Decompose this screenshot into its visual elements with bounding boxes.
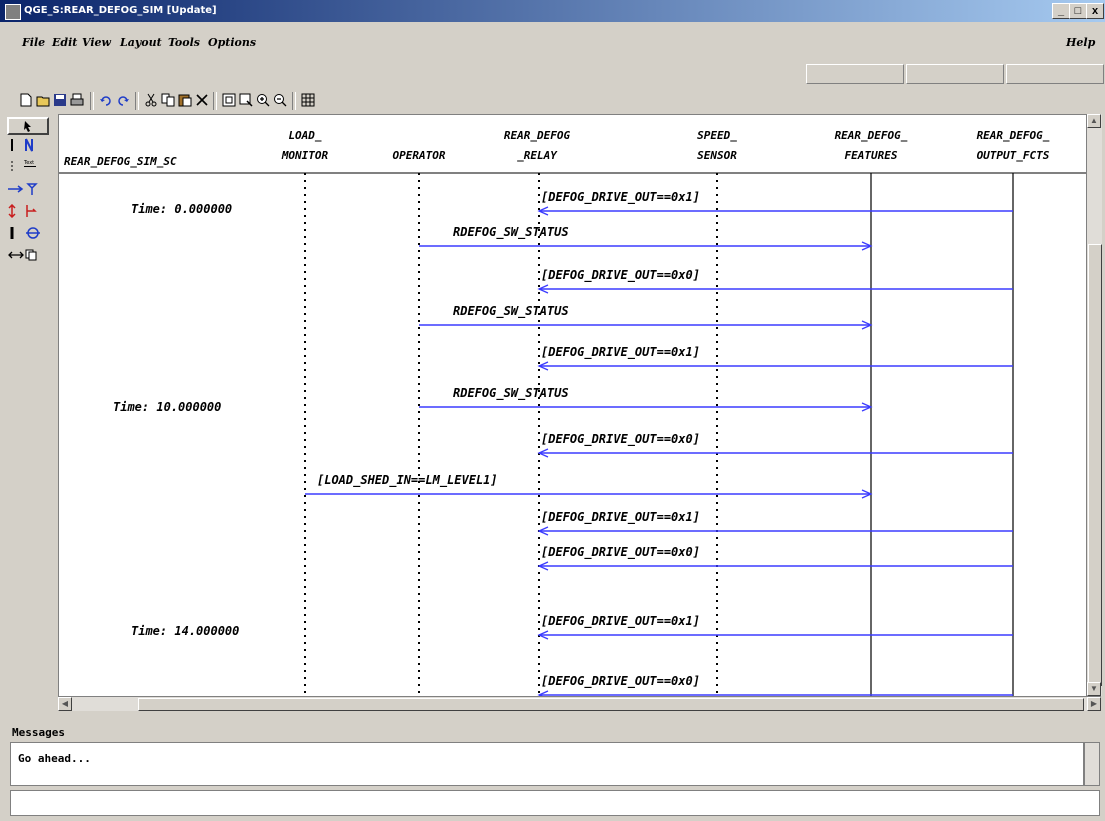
scroll-up-button[interactable]: ▲ [1087,114,1101,128]
menu-view[interactable]: View [82,36,111,49]
sc-label: REAR_DEFOG_SIM_SC [64,155,177,168]
lifeline-label[interactable]: LOAD_ [288,129,321,142]
message-label[interactable]: [DEFOG_DRIVE_OUT==0x0] [541,545,700,560]
save-icon[interactable] [53,93,67,107]
toolbar-separator [213,92,217,110]
title-bar[interactable]: QGE_S:REAR_DEFOG_SIM [Update] _ □ x [0,0,1105,22]
redo-icon[interactable] [116,93,130,107]
message-label[interactable]: [DEFOG_DRIVE_OUT==0x0] [541,268,700,283]
horizontal-scroll-thumb[interactable] [138,698,1084,711]
timer-set-icon[interactable] [24,182,44,196]
messages-output[interactable] [10,742,1084,786]
lifeline-label[interactable]: REAR_DEFOG_ [977,129,1050,142]
text-icon[interactable]: Text [24,160,44,174]
reference-icon[interactable] [24,226,44,240]
message-label[interactable]: [DEFOG_DRIVE_OUT==0x0] [541,674,700,689]
message-label[interactable]: RDEFOG_SW_STATUS [453,304,569,319]
time-label: Time: 14.000000 [131,624,239,638]
lifeline-label[interactable]: FEATURES [845,149,898,162]
menu-layout[interactable]: Layout [120,36,162,49]
delete-icon[interactable] [195,93,209,107]
message-label[interactable]: [DEFOG_DRIVE_OUT==0x1] [541,510,700,525]
undo-icon[interactable] [99,93,113,107]
scroll-down-button[interactable]: ▼ [1087,682,1101,696]
menu-file[interactable]: File [22,36,45,49]
open-icon[interactable] [36,93,50,107]
toolbar-separator [90,92,94,110]
maximize-button[interactable]: □ [1069,3,1087,19]
lifeline-label[interactable]: _RELAY [517,149,558,162]
zoom-in-icon[interactable] [256,93,270,107]
paste-icon[interactable] [178,93,192,107]
message-label[interactable]: RDEFOG_SW_STATUS [453,386,569,401]
fit-icon[interactable] [222,93,236,107]
lifeline-label[interactable]: REAR_DEFOG_ [835,129,908,142]
message-arrow[interactable]: [LOAD_SHED_IN==LM_LEVEL1] [305,473,873,499]
minimize-button[interactable]: _ [1052,3,1070,19]
copy-item-icon[interactable] [24,248,44,262]
message-label[interactable]: [DEFOG_DRIVE_OUT==0x1] [541,345,700,360]
message-arrow[interactable]: [DEFOG_DRIVE_OUT==0x0] [537,545,1013,571]
app-icon [5,4,21,20]
new-icon[interactable] [19,93,33,107]
message-label[interactable]: [LOAD_SHED_IN==LM_LEVEL1] [317,473,498,488]
sequence-diagram: REAR_DEFOG_SIM_SC LOAD_ MONITOR OPERATOR RE… [59,129,1086,697]
zoom-out-icon[interactable] [273,93,287,107]
lifeline-label[interactable]: SENSOR [697,149,737,162]
lifeline-label[interactable]: OUTPUT_FCTS [977,149,1050,162]
command-input[interactable] [10,790,1100,816]
toolbar-separator [135,92,139,110]
print-icon[interactable] [70,93,84,107]
toolbar-separator [292,92,296,110]
menu-options[interactable]: Options [208,36,256,49]
lifeline-label[interactable]: MONITOR [281,149,329,162]
message-arrow[interactable]: [DEFOG_DRIVE_OUT==0x1] [537,345,1013,371]
message-arrow[interactable]: [DEFOG_DRIVE_OUT==0x1] [537,510,1013,536]
status-panel-1 [806,64,904,84]
status-panel-2 [906,64,1004,84]
window-title: QGE_S:REAR_DEFOG_SIM [Update] [24,5,217,16]
select-arrow-button[interactable] [7,117,49,135]
diagram-canvas[interactable]: REAR_DEFOG_SIM_SC LOAD_ MONITOR OPERATOR RE… [58,114,1087,698]
cut-icon[interactable] [144,93,158,107]
message-arrow[interactable]: [DEFOG_DRIVE_OUT==0x1] [537,614,1013,640]
scroll-right-button[interactable]: ▶ [1087,697,1101,711]
lifeline-label[interactable]: REAR_DEFOG [504,129,571,142]
message-arrow[interactable]: [DEFOG_DRIVE_OUT==0x0] [537,674,1013,697]
zoom-box-icon[interactable] [239,93,253,107]
lifeline-label[interactable]: SPEED_ [697,129,737,142]
message-label[interactable]: RDEFOG_SW_STATUS [453,225,569,240]
message-arrow[interactable]: [DEFOG_DRIVE_OUT==0x1] [537,190,1013,216]
text-tool-label: Text [24,160,36,167]
close-button[interactable]: x [1086,3,1104,19]
note-icon[interactable] [24,138,44,152]
grid-icon[interactable] [301,93,315,107]
messages-label: Messages [12,726,65,739]
lifeline-label[interactable]: OPERATOR [393,149,446,162]
message-arrow[interactable]: [DEFOG_DRIVE_OUT==0x0] [537,268,1013,294]
status-panel-3 [1006,64,1104,84]
menu-help[interactable]: Help [1066,36,1095,49]
message-label[interactable]: [DEFOG_DRIVE_OUT==0x0] [541,432,700,447]
time-label: Time: 0.000000 [131,202,232,216]
message-label[interactable]: [DEFOG_DRIVE_OUT==0x1] [541,190,700,205]
message-label[interactable]: [DEFOG_DRIVE_OUT==0x1] [541,614,700,629]
horizontal-scrollbar[interactable]: ◀ ▶ [58,696,1101,711]
message-arrow[interactable]: RDEFOG_SW_STATUS [419,225,873,251]
message-arrow[interactable]: RDEFOG_SW_STATUS [419,386,873,412]
menu-edit[interactable]: Edit [52,36,77,49]
menu-tools[interactable]: Tools [168,36,200,49]
vertical-scrollbar[interactable]: ▲ ▼ [1086,114,1102,696]
message-arrow[interactable]: RDEFOG_SW_STATUS [419,304,873,330]
scroll-left-button[interactable]: ◀ [58,697,72,711]
message-arrow[interactable]: [DEFOG_DRIVE_OUT==0x0] [537,432,1013,458]
timer-icon[interactable] [24,204,44,218]
copy-icon[interactable] [161,93,175,107]
messages-scrollbar[interactable] [1084,742,1100,786]
vertical-scroll-thumb[interactable] [1088,244,1102,686]
select-arrow-icon [24,121,31,132]
message-text: Go ahead... [18,752,91,765]
time-label: Time: 10.000000 [113,400,221,414]
